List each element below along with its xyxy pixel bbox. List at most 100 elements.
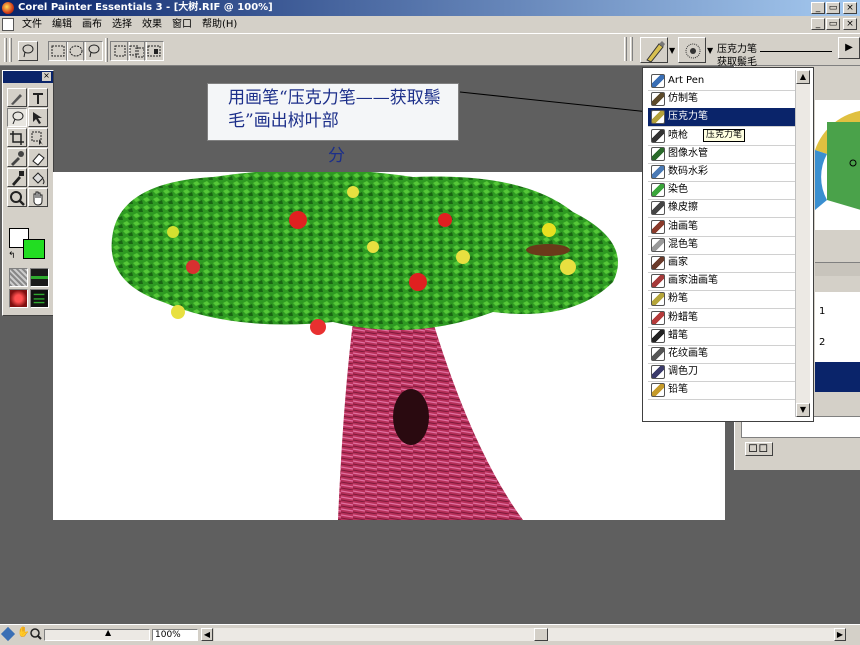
brush-list-item[interactable]: 数码水彩 [648, 163, 796, 181]
brush-tool[interactable] [7, 88, 27, 107]
eraser-tool[interactable] [28, 148, 48, 167]
toolbar-grip[interactable] [4, 38, 7, 62]
zoom-field[interactable]: 100% [152, 629, 198, 641]
brush-list-item[interactable]: 铅笔 [648, 381, 796, 399]
lasso-select-button[interactable] [83, 41, 103, 61]
weaving-selector[interactable] [30, 289, 49, 308]
menu-select[interactable]: 选择 [112, 16, 132, 33]
swap-colors-icon[interactable]: ↰ [8, 251, 16, 261]
brush-list-item[interactable]: 混色笔 [648, 236, 796, 254]
toolbar-grip[interactable] [9, 38, 12, 62]
close-button[interactable]: × [843, 2, 857, 14]
brush-list-item[interactable]: 画家 [648, 254, 796, 272]
scroll-up-button[interactable]: ▲ [796, 70, 810, 84]
paint-bucket-tool[interactable] [28, 168, 48, 187]
list-row-2[interactable]: 2 [819, 337, 825, 348]
menu-edit[interactable]: 编辑 [52, 16, 72, 33]
paper-selector[interactable] [9, 268, 28, 287]
menu-window[interactable]: 窗口 [172, 16, 192, 33]
brush-list-item[interactable]: 仿制笔 [648, 90, 796, 108]
brush-list-item-label: 仿制笔 [668, 93, 698, 105]
menu-help[interactable]: 帮助(H) [202, 16, 237, 33]
app-icon[interactable] [2, 2, 14, 14]
color-wheel-panel[interactable] [815, 100, 860, 230]
horizontal-scrollbar[interactable] [214, 628, 834, 641]
navigator-icon[interactable] [0, 626, 16, 642]
brush-list-item[interactable]: 压克力笔 [648, 108, 796, 127]
brush-category-list[interactable]: Art Pen 仿制笔 压克力笔 喷枪 图像水管 数码水彩 染色 橡皮擦 油画笔 混色笔 画家 画家油… [642, 67, 814, 422]
toolbox-title-bar[interactable]: × [3, 71, 53, 83]
brush-list-item[interactable]: 蜡笔 [648, 327, 796, 345]
brush-list-item[interactable]: 橡皮擦 [648, 199, 796, 217]
brush-list-item-label: 花纹画笔 [668, 348, 708, 359]
brush-bar-grip[interactable] [624, 37, 627, 61]
layer-adjuster-tool[interactable] [28, 108, 48, 127]
menu-effects[interactable]: 效果 [142, 16, 162, 33]
hand-tool-icon[interactable]: ✋ [17, 627, 29, 638]
minimize-button[interactable]: _ [811, 2, 825, 14]
dropper-tool[interactable] [7, 168, 27, 187]
pattern-selector[interactable] [9, 289, 28, 308]
lasso-tool[interactable] [7, 108, 27, 127]
gradient-selector[interactable] [30, 268, 49, 287]
zoom-slider[interactable]: ▲ [44, 628, 150, 641]
category-dropdown-icon[interactable]: ▼ [669, 46, 675, 55]
brush-category-button[interactable] [640, 37, 668, 63]
variant-dropdown-icon[interactable]: ▼ [707, 46, 713, 55]
subtract-selection-icon [147, 45, 161, 57]
panel-options-button[interactable] [745, 442, 773, 456]
menu-canvas[interactable]: 画布 [82, 16, 102, 33]
doc-restore-button[interactable]: ▭ [826, 18, 840, 30]
doc-minimize-button[interactable]: _ [811, 18, 825, 30]
brush-list-item[interactable]: 调色刀 [648, 363, 796, 381]
brush-list-scrollbar[interactable]: ▲ ▼ [795, 70, 810, 417]
scroll-right-button[interactable]: ▶ [834, 628, 846, 641]
selection-adjuster-tool[interactable] [28, 128, 48, 147]
brush-list-item[interactable]: 粉笔 [648, 290, 796, 308]
text-tool[interactable] [28, 88, 48, 107]
list-row-1[interactable]: 1 [819, 306, 825, 317]
zoom-slider-thumb[interactable]: ▲ [105, 628, 111, 637]
toolbar-grip[interactable] [105, 38, 108, 62]
layers-list[interactable]: 1 2 [815, 292, 860, 362]
brush-list-item[interactable]: Art Pen [648, 72, 796, 90]
scroll-left-button[interactable]: ◀ [201, 628, 213, 641]
brush-variant-button[interactable] [678, 37, 706, 63]
brush-list-item[interactable]: 染色 [648, 181, 796, 199]
toolbox-close-button[interactable]: × [42, 72, 51, 81]
document-icon[interactable] [2, 18, 14, 31]
dropper-icon [11, 151, 24, 166]
panel-header[interactable] [815, 262, 860, 276]
brush-list-item[interactable]: 图像水管 [648, 145, 796, 163]
airbrush-icon [651, 128, 665, 143]
grabber-tool[interactable] [28, 188, 48, 207]
doc-close-button[interactable]: × [843, 18, 857, 30]
brush-list-item[interactable]: 画家油画笔 [648, 272, 796, 290]
brush-list-item[interactable]: 粉蜡笔 [648, 309, 796, 327]
document-canvas[interactable] [53, 172, 725, 520]
brush-bar-grip[interactable] [630, 37, 633, 61]
brush-list-item-label: 混色笔 [668, 238, 698, 250]
menu-file[interactable]: 文件 [22, 16, 42, 33]
brush-list-item[interactable]: 花纹画笔 [648, 345, 796, 363]
crop-tool[interactable] [7, 128, 27, 147]
brush-list-item-label: 染色 [668, 184, 688, 196]
restore-button[interactable]: ▭ [826, 2, 840, 14]
subtract-selection-button[interactable] [144, 41, 164, 61]
rect-select-button[interactable] [48, 41, 68, 61]
horizontal-scroll-thumb[interactable] [534, 628, 548, 641]
lasso-option-button[interactable] [18, 41, 38, 61]
additional-color-swatch[interactable] [23, 239, 45, 259]
add-selection-icon [129, 45, 145, 58]
magnifier-tool[interactable] [7, 188, 27, 207]
brush-list-item[interactable]: 油画笔 [648, 218, 796, 236]
brush-list-item-label: 调色刀 [668, 366, 698, 378]
scroll-down-button[interactable]: ▼ [796, 403, 810, 417]
eyedropper-brush-tool[interactable] [7, 148, 27, 167]
selected-layer-row[interactable] [815, 362, 860, 392]
zoom-icon[interactable] [30, 628, 42, 640]
instruction-callout: 用画笔“压克力笔——获取鬃毛”画出树叶部 [207, 83, 459, 141]
brush-list-item-label: 橡皮擦 [668, 202, 698, 214]
brush-dab-icon [685, 43, 701, 59]
brush-panel-arrow[interactable]: ▶ [838, 37, 860, 59]
